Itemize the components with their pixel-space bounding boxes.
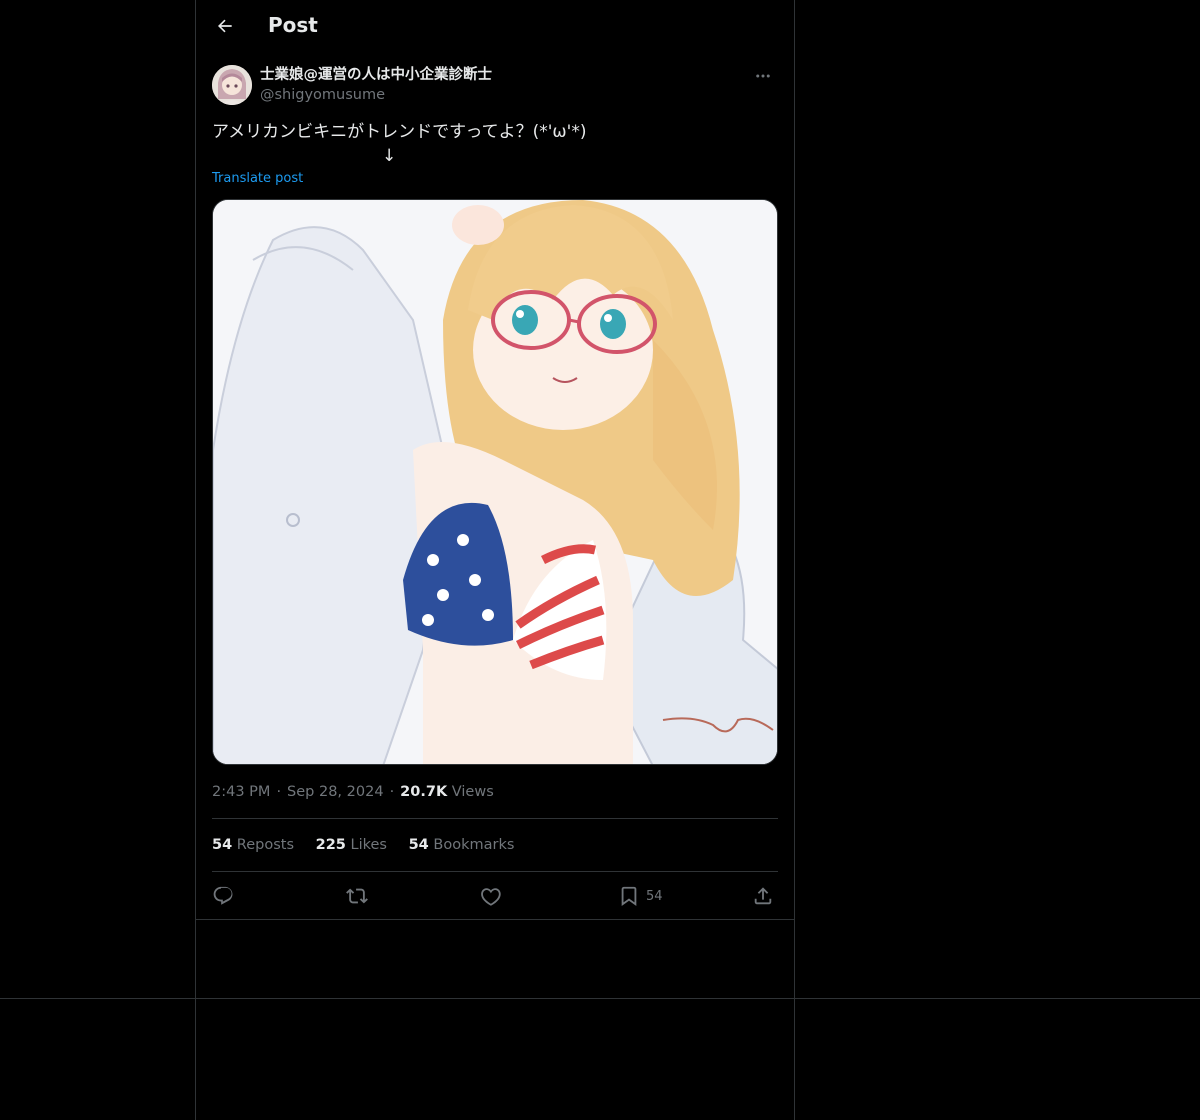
column-border-right xyxy=(794,0,795,1120)
more-icon xyxy=(756,74,770,78)
post-stats: 54 Reposts 225 Likes 54 Bookmarks xyxy=(212,835,531,855)
horizontal-divider xyxy=(0,998,1200,999)
author-names: 士業娘@運営の人は中小企業診断士 @shigyomusume xyxy=(260,65,492,105)
post-text-line-1: アメリカンビキニがトレンドですってよ？(*'ω'*) xyxy=(212,122,587,142)
back-arrow-icon xyxy=(218,19,232,33)
likes-count: 225 xyxy=(315,837,346,853)
bookmarks-count: 54 xyxy=(408,837,429,853)
page-title: Post xyxy=(268,13,318,37)
action-bar: 54 xyxy=(212,880,778,912)
reply-button[interactable] xyxy=(212,880,234,912)
post-date[interactable]: Sep 28, 2024 xyxy=(287,784,384,800)
avatar[interactable] xyxy=(212,65,252,105)
author-display-name[interactable]: 士業娘@運営の人は中小企業診断士 xyxy=(260,65,492,85)
reply-icon xyxy=(213,886,233,905)
more-button[interactable] xyxy=(748,64,778,88)
post-text: アメリカンビキニがトレンドですってよ？(*'ω'*) ↓ xyxy=(212,120,778,168)
repost-button[interactable] xyxy=(346,880,368,912)
back-button[interactable] xyxy=(208,9,242,43)
like-icon xyxy=(481,888,501,906)
post-time[interactable]: 2:43 PM xyxy=(212,784,270,800)
views-count: 20.7K xyxy=(400,784,448,800)
page: Post 士業娘@運営の人は中小企業診断士 @shigyomusume アメリカ… xyxy=(0,0,1200,1120)
like-button[interactable] xyxy=(480,880,502,912)
likes-label: Likes xyxy=(350,837,387,853)
bookmark-button[interactable]: 54 xyxy=(618,880,663,912)
meta-separator-2: · xyxy=(389,784,395,800)
reposts-count: 54 xyxy=(212,837,233,853)
post-meta: 2:43 PM · Sep 28, 2024 · 20.7K Views xyxy=(212,782,494,802)
share-icon xyxy=(754,887,772,905)
meta-separator-1: · xyxy=(276,784,282,800)
post-image[interactable] xyxy=(212,199,778,765)
post-column: Post 士業娘@運営の人は中小企業診断士 @shigyomusume アメリカ… xyxy=(196,0,794,920)
author-row: 士業娘@運営の人は中小企業診断士 @shigyomusume xyxy=(212,64,778,108)
views-label: Views xyxy=(451,784,494,800)
likes-stat[interactable]: 225 Likes xyxy=(316,835,387,855)
illustration xyxy=(213,200,777,764)
bookmark-icon xyxy=(621,886,637,906)
divider-top xyxy=(212,818,778,819)
header: Post xyxy=(196,0,794,53)
bookmark-count: 54 xyxy=(646,888,663,904)
post-text-line-2: ↓ xyxy=(382,146,397,166)
divider-middle xyxy=(212,871,778,872)
avatar-image xyxy=(212,65,252,105)
divider-bottom xyxy=(196,919,794,920)
bookmarks-label: Bookmarks xyxy=(433,837,515,853)
repost-icon xyxy=(346,888,368,904)
translate-post-link[interactable]: Translate post xyxy=(212,171,303,186)
author-handle[interactable]: @shigyomusume xyxy=(260,85,492,105)
share-button[interactable] xyxy=(752,880,774,912)
reposts-stat[interactable]: 54 Reposts xyxy=(212,835,294,855)
reposts-label: Reposts xyxy=(236,837,295,853)
bookmarks-stat[interactable]: 54 Bookmarks xyxy=(409,835,515,855)
